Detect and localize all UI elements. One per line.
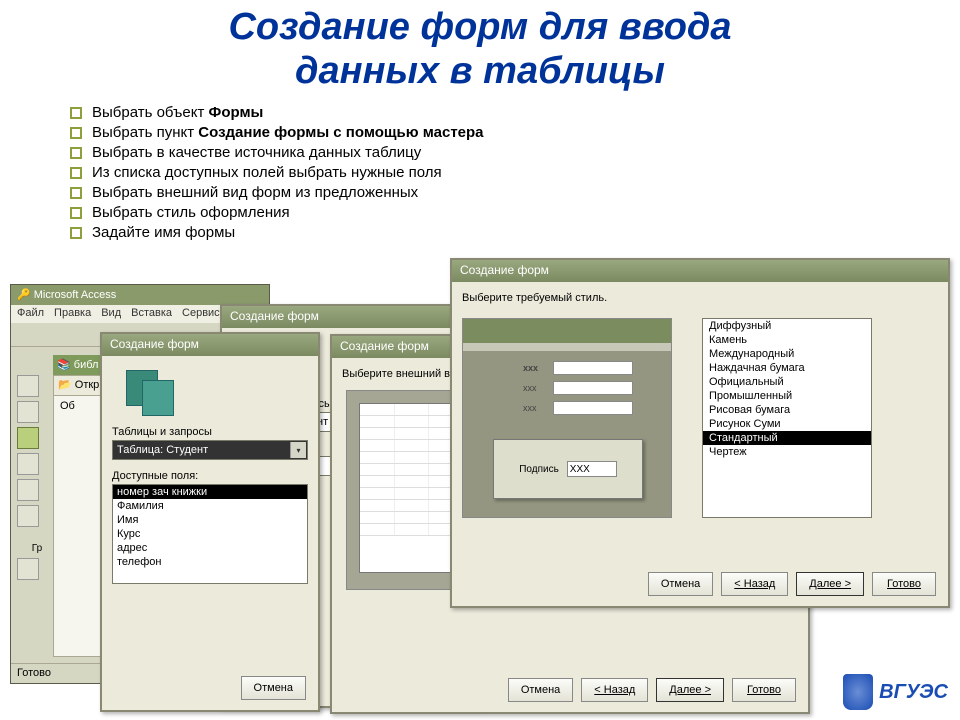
bullet-item: Задайте имя формы: [70, 224, 960, 241]
list-item[interactable]: Международный: [703, 347, 871, 361]
chevron-down-icon[interactable]: ▾: [290, 442, 306, 458]
bullet-item: Выбрать стиль оформления: [70, 204, 960, 221]
list-item[interactable]: Камень: [703, 333, 871, 347]
preview-label: xxx: [523, 403, 537, 413]
bullet-text: Выбрать объект Формы: [92, 104, 263, 121]
dialog-style: Создание форм Выберите требуемый стиль. …: [450, 258, 950, 608]
sidebar-pages-icon[interactable]: [17, 479, 39, 501]
sidebar-queries-icon[interactable]: [17, 401, 39, 423]
slide-title: Создание форм для ввода данных в таблицы: [0, 0, 960, 101]
menu-view[interactable]: Вид: [101, 307, 121, 321]
style-listbox[interactable]: Диффузный Камень Международный Наждачная…: [702, 318, 872, 518]
back-button[interactable]: < Назад: [721, 572, 788, 596]
open-button[interactable]: 📂 Откр: [54, 376, 103, 395]
back-button[interactable]: < Назад: [581, 678, 648, 702]
bullet-item: Выбрать пункт Создание формы с помощью м…: [70, 124, 960, 141]
bullet-text: Выбрать пункт Создание формы с помощью м…: [92, 124, 484, 141]
list-item[interactable]: Стандартный: [703, 431, 871, 445]
bullet-icon: [70, 147, 82, 159]
bullet-text: Выбрать в качестве источника данных табл…: [92, 144, 421, 161]
bullet-item: Выбрать внешний вид форм из предложенных: [70, 184, 960, 201]
preview-panel-input: [567, 461, 617, 477]
menu-edit[interactable]: Правка: [54, 307, 91, 321]
bullet-item: Из списка доступных полей выбрать нужные…: [70, 164, 960, 181]
access-titlebar: 🔑 Microsoft Access: [11, 285, 269, 305]
objects-sidebar[interactable]: Гр: [17, 375, 57, 580]
bullet-text: Из списка доступных полей выбрать нужные…: [92, 164, 442, 181]
list-item[interactable]: телефон: [113, 555, 307, 569]
style-preview: xxx xxx xxx Подпись: [462, 318, 672, 518]
bullet-icon: [70, 107, 82, 119]
menu-file[interactable]: Файл: [17, 307, 44, 321]
logo: ВГУЭС: [843, 672, 948, 712]
fields-listbox[interactable]: номер зач книжки Фамилия Имя Курс адрес …: [112, 484, 308, 584]
bullet-list: Выбрать объект Формы Выбрать пункт Созда…: [0, 104, 960, 254]
bullet-icon: [70, 207, 82, 219]
dialog-prompt: Выберите требуемый стиль.: [462, 292, 938, 304]
wizard-icon: [116, 370, 176, 418]
next-button[interactable]: Далее >: [656, 678, 724, 702]
tables-label: Таблицы и запросы: [112, 426, 308, 438]
crest-icon: [843, 674, 873, 710]
list-item[interactable]: Имя: [113, 513, 307, 527]
dialog-title: Создание форм: [452, 260, 948, 282]
bullet-text: Выбрать стиль оформления: [92, 204, 290, 221]
next-button[interactable]: Далее >: [796, 572, 864, 596]
sidebar-forms-icon[interactable]: [17, 427, 39, 449]
list-item[interactable]: Чертеж: [703, 445, 871, 459]
list-item[interactable]: Курс: [113, 527, 307, 541]
list-item[interactable]: Наждачная бумага: [703, 361, 871, 375]
list-item[interactable]: Рисунок Суми: [703, 417, 871, 431]
list-item[interactable]: номер зач книжки: [113, 485, 307, 499]
dialog-title: Создание форм: [102, 334, 318, 356]
bullet-icon: [70, 167, 82, 179]
menu-insert[interactable]: Вставка: [131, 307, 172, 321]
cancel-button[interactable]: Отмена: [648, 572, 713, 596]
bullet-item: Выбрать в качестве источника данных табл…: [70, 144, 960, 161]
groups-label: Гр: [17, 543, 57, 554]
bullet-text: Выбрать внешний вид форм из предложенных: [92, 184, 418, 201]
sidebar-tables-icon[interactable]: [17, 375, 39, 397]
menu-tools[interactable]: Сервис: [182, 307, 220, 321]
preview-label: xxx: [523, 363, 538, 373]
list-item[interactable]: Рисовая бумага: [703, 403, 871, 417]
list-item[interactable]: Фамилия: [113, 499, 307, 513]
sidebar-reports-icon[interactable]: [17, 453, 39, 475]
list-item[interactable]: Промышленный: [703, 389, 871, 403]
fields-label: Доступные поля:: [112, 470, 308, 482]
list-item[interactable]: адрес: [113, 541, 307, 555]
finish-button[interactable]: Готово: [732, 678, 796, 702]
bullet-icon: [70, 227, 82, 239]
preview-panel-label: Подпись: [519, 464, 559, 475]
bullet-icon: [70, 127, 82, 139]
list-item[interactable]: Диффузный: [703, 319, 871, 333]
bullet-icon: [70, 187, 82, 199]
sidebar-macros-icon[interactable]: [17, 505, 39, 527]
tables-combo-value: Таблица: Студент: [117, 444, 208, 456]
finish-button[interactable]: Готово: [872, 572, 936, 596]
dialog-title: Создание форм: [222, 306, 478, 328]
list-item[interactable]: Официальный: [703, 375, 871, 389]
preview-label: xxx: [523, 383, 537, 393]
sidebar-favorites-icon[interactable]: [17, 558, 39, 580]
dialog-fields: Создание форм Таблицы и запросы Таблица:…: [100, 332, 320, 712]
preview-panel: Подпись: [493, 439, 643, 499]
tables-combo[interactable]: Таблица: Студент ▾: [112, 440, 308, 460]
cancel-button[interactable]: Отмена: [241, 676, 306, 700]
cancel-button[interactable]: Отмена: [508, 678, 573, 702]
bullet-item: Выбрать объект Формы: [70, 104, 960, 121]
bullet-text: Задайте имя формы: [92, 224, 235, 241]
